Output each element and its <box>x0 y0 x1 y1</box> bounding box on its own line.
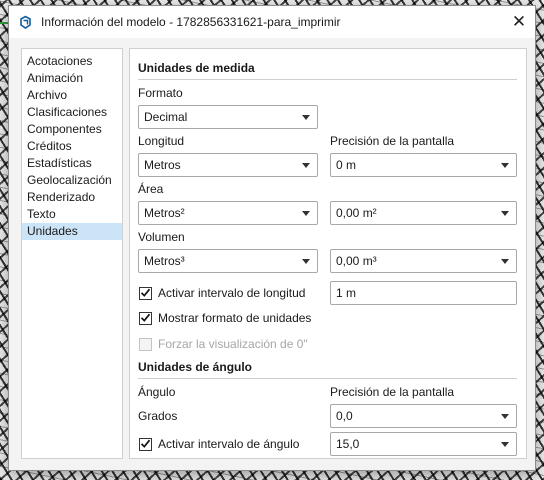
length-label: Longitud <box>138 134 185 148</box>
length-snap-input[interactable]: 1 m <box>330 281 517 305</box>
sidebar: Acotaciones Animación Archivo Clasificac… <box>21 48 123 459</box>
chevron-down-icon <box>500 405 510 427</box>
sidebar-item-geolocalizacion[interactable]: Geolocalización <box>22 172 122 189</box>
show-format-checkbox[interactable] <box>139 312 152 325</box>
angle-snap-select[interactable]: 15,0 <box>330 432 517 456</box>
angle-precision-select[interactable]: 0,0 <box>330 404 517 428</box>
angle-unit-text: Grados <box>138 409 178 423</box>
chevron-down-icon <box>500 433 510 455</box>
show-format-label: Mostrar formato de unidades <box>158 311 312 325</box>
chevron-down-icon <box>500 250 510 272</box>
section-title-units: Unidades de medida <box>138 61 255 75</box>
area-precision-select[interactable]: 0,00 m² <box>330 201 517 225</box>
checkmark-icon <box>140 438 151 452</box>
chevron-down-icon <box>301 250 311 272</box>
volume-select[interactable]: Metros³ <box>138 249 318 273</box>
sidebar-item-estadisticas[interactable]: Estadísticas <box>22 155 122 172</box>
angle-label: Ángulo <box>138 385 176 399</box>
angle-snap-checkbox[interactable] <box>139 438 152 451</box>
checkmark-icon <box>140 312 151 326</box>
area-select[interactable]: Metros² <box>138 201 318 225</box>
title-bar[interactable]: Información del modelo - 1782856331621-p… <box>9 6 535 38</box>
force-zero-label: Forzar la visualización de 0" <box>158 337 308 351</box>
precision-label: Precisión de la pantalla <box>330 134 455 148</box>
close-icon: ✕ <box>511 12 527 31</box>
chevron-down-icon <box>301 202 311 224</box>
angle-snap-label: Activar intervalo de ángulo <box>158 437 300 451</box>
angle-precision-label: Precisión de la pantalla <box>330 385 455 399</box>
length-snap-checkbox[interactable] <box>139 287 152 300</box>
sidebar-item-acotaciones[interactable]: Acotaciones <box>22 53 122 70</box>
sidebar-item-clasificaciones[interactable]: Clasificaciones <box>22 104 122 121</box>
section-divider-units <box>138 79 517 80</box>
force-zero-checkbox[interactable] <box>139 338 152 351</box>
chevron-down-icon <box>301 106 311 128</box>
sidebar-item-texto[interactable]: Texto <box>22 206 122 223</box>
sidebar-item-renderizado[interactable]: Renderizado <box>22 189 122 206</box>
length-snap-label: Activar intervalo de longitud <box>158 286 306 300</box>
sidebar-item-animacion[interactable]: Animación <box>22 70 122 87</box>
length-precision-select[interactable]: 0 m <box>330 153 517 177</box>
area-label: Área <box>138 182 164 196</box>
chevron-down-icon <box>500 202 510 224</box>
volume-label: Volumen <box>138 230 185 244</box>
format-select[interactable]: Decimal <box>138 105 318 129</box>
close-button[interactable]: ✕ <box>507 10 531 34</box>
length-select[interactable]: Metros <box>138 153 318 177</box>
chevron-down-icon <box>301 154 311 176</box>
model-info-dialog: Información del modelo - 1782856331621-p… <box>8 5 536 471</box>
sidebar-item-componentes[interactable]: Componentes <box>22 121 122 138</box>
sketchup-logo-icon <box>18 15 33 30</box>
section-title-angle: Unidades de ángulo <box>138 360 253 374</box>
sidebar-item-unidades[interactable]: Unidades <box>22 223 122 240</box>
sidebar-item-archivo[interactable]: Archivo <box>22 87 122 104</box>
checkmark-icon <box>140 287 151 301</box>
sidebar-item-creditos[interactable]: Créditos <box>22 138 122 155</box>
chevron-down-icon <box>500 154 510 176</box>
units-panel: Unidades de medida Formato Decimal Longi… <box>129 48 527 459</box>
section-divider-angle <box>138 378 517 379</box>
volume-precision-select[interactable]: 0,00 m³ <box>330 249 517 273</box>
format-label: Formato <box>138 86 183 100</box>
window-title: Información del modelo - 1782856331621-p… <box>41 15 341 29</box>
